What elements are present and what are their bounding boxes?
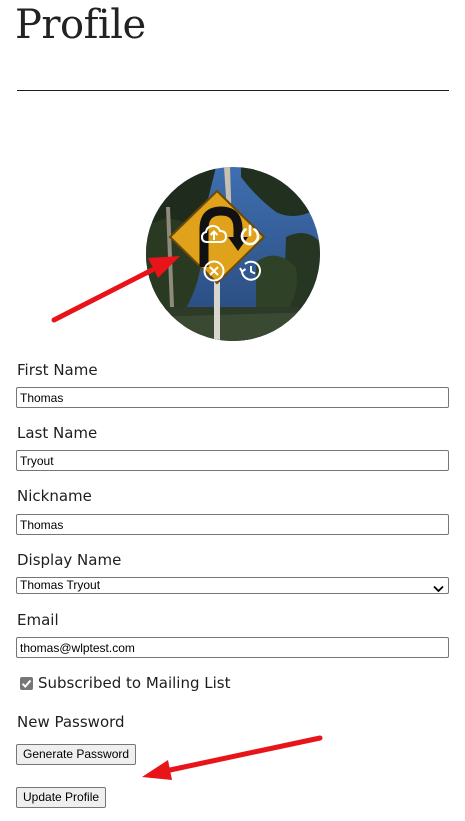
annotation-arrows — [51, 256, 323, 780]
power-icon[interactable] — [238, 223, 262, 247]
mailing-list-label: Subscribed to Mailing List — [38, 674, 231, 692]
email-input[interactable] — [16, 637, 449, 658]
display-name-select[interactable]: Thomas Tryout — [16, 577, 449, 594]
display-name-label: Display Name — [17, 551, 122, 569]
avatar-photo — [146, 167, 320, 341]
page-title: Profile — [15, 2, 146, 48]
history-restore-icon[interactable] — [237, 259, 263, 283]
generate-password-button[interactable]: Generate Password — [16, 744, 137, 765]
remove-x-icon[interactable] — [202, 259, 226, 283]
email-label: Email — [17, 611, 59, 629]
upload-cloud-icon[interactable] — [201, 224, 227, 244]
chevron-down-icon — [433, 582, 444, 597]
update-profile-button[interactable]: Update Profile — [16, 787, 107, 808]
mailing-list-checkbox[interactable] — [20, 677, 33, 690]
last-name-label: Last Name — [17, 424, 98, 442]
nickname-input[interactable] — [16, 514, 449, 535]
new-password-label: New Password — [17, 713, 125, 731]
annotation-arrow-update — [142, 735, 323, 780]
profile-avatar[interactable] — [146, 167, 320, 341]
nickname-label: Nickname — [17, 487, 92, 505]
first-name-label: First Name — [17, 361, 98, 379]
last-name-input[interactable] — [16, 450, 449, 471]
display-name-selected-value: Thomas Tryout — [20, 578, 101, 592]
title-divider — [17, 90, 449, 91]
first-name-input[interactable] — [16, 387, 449, 408]
